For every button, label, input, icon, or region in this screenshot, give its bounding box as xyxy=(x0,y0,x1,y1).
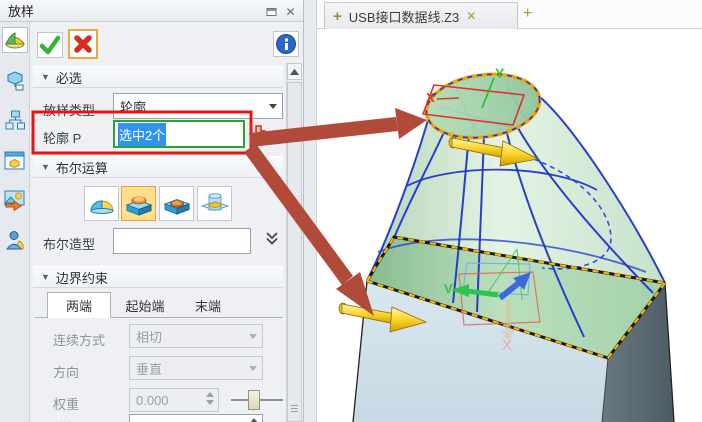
collapse-icon: ▼ xyxy=(41,162,50,172)
profile-label: 轮廓 P xyxy=(43,128,81,147)
hierarchy-icon[interactable] xyxy=(2,107,28,133)
scrollbar-thumb[interactable] xyxy=(287,82,302,422)
boolean-base-icon[interactable] xyxy=(84,186,119,221)
boolean-add-icon[interactable] xyxy=(121,186,156,221)
loft-feature-icon[interactable] xyxy=(2,27,28,53)
tab-close-icon[interactable]: ✕ xyxy=(466,9,476,23)
boolean-subtract-icon[interactable] xyxy=(159,186,194,221)
model-viewport[interactable]: V X X Y xyxy=(317,29,702,422)
close-window-icon[interactable]: ✕ xyxy=(283,4,298,19)
restore-window-icon[interactable] xyxy=(264,4,279,19)
tab-both-ends[interactable]: 两端 xyxy=(47,292,111,318)
profile-flag-icon xyxy=(252,123,268,143)
profile-input-selected-text: 选中2个 xyxy=(118,123,166,146)
collapse-icon: ▼ xyxy=(41,272,50,282)
document-canvas: + USB接口数据线.Z3 ✕ + xyxy=(316,0,702,422)
triangle-up-icon xyxy=(290,69,299,75)
tab-end[interactable]: 末端 xyxy=(179,292,237,318)
dock-toolbar xyxy=(0,22,30,422)
clipped-row-label: 缩放 xyxy=(53,418,79,422)
dialog-titlebar: 放样 xyxy=(0,0,303,22)
boolean-shape-label: 布尔造型 xyxy=(43,234,95,253)
dialog-title: 放样 xyxy=(8,1,34,20)
direction-select: 垂直 xyxy=(129,356,263,380)
chevron-down-icon xyxy=(249,334,257,339)
continuity-label: 连续方式 xyxy=(53,330,105,349)
double-chevron-down-icon xyxy=(264,230,280,246)
section-header-required[interactable]: ▼ 必选 xyxy=(33,66,283,88)
section-header-boundary[interactable]: ▼ 边界约束 xyxy=(33,266,283,288)
direction-label: 方向 xyxy=(53,362,79,381)
top-x-axis-label: X xyxy=(426,90,435,105)
continuity-select: 相切 xyxy=(129,324,263,348)
info-button[interactable] xyxy=(273,31,299,57)
ok-button[interactable] xyxy=(37,32,63,58)
profile-input[interactable]: 选中2个 xyxy=(113,120,245,148)
clipped-row-input[interactable] xyxy=(129,414,263,422)
collapse-icon: ▼ xyxy=(41,72,50,82)
user-icon[interactable] xyxy=(2,227,28,253)
weight-slider-handle[interactable] xyxy=(248,390,260,410)
check-icon xyxy=(38,33,62,57)
spinner-icon xyxy=(250,418,258,422)
chevron-down-icon xyxy=(269,104,277,109)
expand-more-button[interactable] xyxy=(264,230,280,249)
info-icon xyxy=(275,33,297,55)
app-root: 放样 ✕ xyxy=(0,0,702,422)
boolean-intersect-icon[interactable] xyxy=(197,186,232,221)
scrollbar-grip xyxy=(291,403,298,414)
modified-mark-icon: + xyxy=(333,8,342,25)
weight-label: 权重 xyxy=(53,394,79,413)
document-tab-label: USB接口数据线.Z3 xyxy=(349,7,460,26)
top-y-axis-label: Y xyxy=(495,65,505,81)
cancel-button[interactable] xyxy=(68,29,98,59)
loft-type-select[interactable]: 轮廓 xyxy=(113,93,283,119)
chevron-down-icon xyxy=(249,366,257,371)
loft-dialog-panel: 放样 ✕ xyxy=(0,0,304,422)
plane-v-label: V xyxy=(444,281,453,296)
cross-icon xyxy=(71,32,95,56)
weight-spinbox: 0.000 xyxy=(129,388,219,412)
spinner-icon xyxy=(206,392,214,405)
image-arrow-icon[interactable] xyxy=(2,187,28,213)
panel-scrollbar[interactable] xyxy=(286,63,302,422)
dock-splitter[interactable] xyxy=(304,0,316,422)
scrollbar-up-button[interactable] xyxy=(287,63,302,80)
window-cube-icon[interactable] xyxy=(2,147,28,173)
plane-x-label: X xyxy=(502,337,512,354)
document-tab-active[interactable]: + USB接口数据线.Z3 ✕ xyxy=(324,2,518,29)
boolean-shape-input[interactable] xyxy=(113,228,251,254)
document-tab-bar: + USB接口数据线.Z3 ✕ + xyxy=(317,0,702,29)
loft-preview-scene: V X X Y xyxy=(317,30,702,422)
new-tab-button[interactable]: + xyxy=(523,5,532,23)
cube-tree-icon[interactable] xyxy=(2,67,28,93)
tab-start-end[interactable]: 起始端 xyxy=(111,292,179,318)
loft-dialog-content: ▼ 必选 放样类型 轮廓 轮廓 P 选中2个 ▼ 布尔运算 xyxy=(31,22,303,422)
section-header-boolean[interactable]: ▼ 布尔运算 xyxy=(33,156,283,178)
loft-type-label: 放样类型 xyxy=(43,100,95,119)
